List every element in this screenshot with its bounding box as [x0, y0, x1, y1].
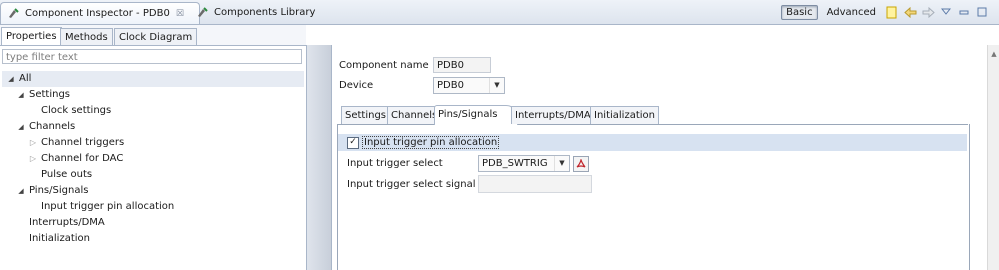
- expand-toggle-icon[interactable]: ◢: [16, 87, 26, 103]
- tree-node[interactable]: ▷ Channel for DAC: [2, 151, 304, 167]
- expand-toggle-icon[interactable]: ◢: [6, 71, 16, 87]
- advanced-mode-button[interactable]: Advanced: [822, 5, 881, 20]
- component-icon: [196, 6, 209, 19]
- new-file-icon[interactable]: [885, 5, 899, 19]
- property-tree: ◢ All ◢ Settings Clock settings ◢ Channels ▷ Cha…: [2, 71, 304, 247]
- tree-node-label: Clock settings: [41, 105, 112, 116]
- tab-clock-diagram[interactable]: Clock Diagram: [114, 28, 198, 45]
- tab-components-library-label: Components Library: [214, 6, 316, 18]
- minimize-icon[interactable]: [957, 5, 971, 19]
- tab-interrupts-dma[interactable]: Interrupts/DMA: [511, 106, 595, 124]
- tree-node-label: Pins/Signals: [29, 185, 89, 196]
- tab-initialization[interactable]: Initialization: [590, 106, 659, 124]
- view-tab-bar: Component Inspector - PDB0 ☒ Components …: [0, 0, 999, 25]
- tab-pins-signals[interactable]: Pins/Signals: [434, 105, 518, 125]
- expand-toggle-icon[interactable]: ◢: [16, 119, 26, 135]
- tree-node[interactable]: ▷ Channel triggers: [2, 135, 304, 151]
- tab-settings[interactable]: Settings: [341, 106, 391, 124]
- back-arrow-icon[interactable]: [903, 5, 917, 19]
- basic-mode-button[interactable]: Basic: [781, 4, 818, 20]
- maximize-icon[interactable]: [975, 5, 989, 19]
- tree-node-label: Channels: [29, 121, 76, 132]
- tree-node[interactable]: Initialization: [2, 231, 304, 247]
- tree-node[interactable]: ◢ Settings: [2, 87, 304, 103]
- panel-splitter[interactable]: [306, 45, 332, 270]
- tab-component-inspector[interactable]: Component Inspector - PDB0 ☒: [0, 2, 200, 24]
- device-label: Device: [339, 80, 374, 91]
- chevron-down-icon[interactable]: ▼: [489, 78, 504, 93]
- component-icon: [7, 7, 20, 20]
- chevron-down-icon[interactable]: ▼: [554, 156, 569, 171]
- tree-node[interactable]: ◢ Pins/Signals: [2, 183, 304, 199]
- component-name-row: Component name PDB0: [339, 57, 491, 73]
- vertical-scrollbar[interactable]: ▲: [987, 45, 999, 270]
- view-menu-icon[interactable]: [939, 5, 953, 19]
- device-value: PDB0: [437, 80, 464, 91]
- input-trigger-select-row: Input trigger select PDB_SWTRIG ▼: [347, 155, 589, 172]
- pdf-help-icon[interactable]: [573, 155, 589, 172]
- tree-node-label: Initialization: [29, 233, 90, 244]
- inspector-panel: Component name PDB0 Device PDB0 ▼ Settin…: [332, 45, 986, 270]
- collapse-toggle-icon[interactable]: ▷: [28, 135, 38, 151]
- collapse-toggle-icon[interactable]: ▷: [28, 151, 38, 167]
- input-trigger-signal-field[interactable]: [478, 175, 592, 193]
- filter-input[interactable]: type filter text: [2, 49, 302, 64]
- component-name-label: Component name: [339, 59, 429, 71]
- scroll-up-icon[interactable]: ▲: [988, 45, 999, 58]
- tree-node-label: Channel for DAC: [41, 153, 124, 164]
- tree-node-label: Settings: [29, 89, 71, 100]
- tree-node[interactable]: Pulse outs: [2, 167, 304, 183]
- close-icon[interactable]: ☒: [176, 9, 184, 19]
- input-trigger-select-value: PDB_SWTRIG: [482, 158, 548, 169]
- expand-toggle-icon[interactable]: ◢: [16, 183, 26, 199]
- tab-components-library[interactable]: Components Library: [190, 2, 321, 22]
- pins-signals-content: ✓ Input trigger pin allocation Input tri…: [337, 124, 970, 270]
- input-trigger-signal-row: Input trigger select signal: [347, 175, 592, 193]
- tree-node[interactable]: Interrupts/DMA: [2, 215, 304, 231]
- input-trigger-select-label: Input trigger select: [347, 158, 443, 169]
- tab-methods[interactable]: Methods: [60, 28, 113, 45]
- tree-node-label: Channel triggers: [41, 137, 125, 148]
- tab-properties[interactable]: Properties: [1, 27, 62, 45]
- tree-node-label: Interrupts/DMA: [29, 217, 105, 228]
- input-trigger-pin-label: Input trigger pin allocation: [362, 136, 500, 149]
- tab-component-inspector-label: Component Inspector - PDB0: [25, 8, 170, 19]
- input-trigger-select[interactable]: PDB_SWTRIG ▼: [478, 155, 570, 172]
- input-trigger-group-header: ✓ Input trigger pin allocation: [338, 134, 967, 151]
- tree-node-label: Pulse outs: [41, 169, 93, 180]
- input-trigger-signal-label: Input trigger select signal: [347, 178, 476, 190]
- device-select[interactable]: PDB0 ▼: [433, 77, 505, 94]
- tree-node[interactable]: ◢ Channels: [2, 119, 304, 135]
- properties-tabs: Properties Methods Clock Diagram: [0, 25, 306, 46]
- component-name-field[interactable]: PDB0: [433, 57, 491, 73]
- properties-panel: Properties Methods Clock Diagram type fi…: [0, 25, 306, 270]
- tree-node[interactable]: Clock settings: [2, 103, 304, 119]
- input-trigger-pin-checkbox[interactable]: ✓: [347, 136, 359, 149]
- tree-node[interactable]: Input trigger pin allocation: [2, 199, 304, 215]
- inspector-tabs: Settings Channels Pins/Signals Interrupt…: [337, 104, 968, 125]
- tree-node-label: All: [19, 73, 32, 84]
- view-toolbar: Basic Advanced: [781, 2, 989, 22]
- tree-node-label: Input trigger pin allocation: [41, 201, 175, 212]
- device-row: Device PDB0 ▼: [339, 77, 505, 94]
- tree-node[interactable]: ◢ All: [2, 71, 304, 87]
- forward-arrow-icon[interactable]: [921, 5, 935, 19]
